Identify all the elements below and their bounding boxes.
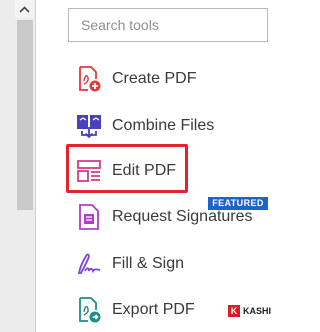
fill-sign-icon [75, 249, 103, 279]
scroll-up-icon[interactable] [15, 0, 34, 18]
combine-files-icon [75, 111, 103, 141]
tool-label: Create PDF [112, 70, 197, 87]
highlight-box [66, 144, 188, 193]
scrollbar-thumb[interactable] [17, 20, 33, 210]
tool-create-pdf[interactable]: Create PDF [75, 61, 275, 97]
tool-label: Combine Files [112, 117, 215, 134]
tool-combine-files[interactable]: Combine Files [75, 108, 275, 144]
tools-panel: Create PDF Combine Files Edit PDF FEATUR… [37, 0, 283, 332]
request-signatures-icon [75, 202, 103, 232]
watermark-logo: K [228, 305, 240, 317]
scrollbar[interactable] [0, 0, 36, 332]
tool-request-signatures[interactable]: Request Signatures [75, 199, 275, 235]
tool-label: Request Signatures [112, 208, 253, 225]
export-pdf-icon [75, 295, 103, 325]
create-pdf-icon [75, 64, 103, 94]
tool-fill-sign[interactable]: Fill & Sign [75, 246, 275, 282]
watermark-text: KASHI [243, 306, 272, 316]
watermark: K KASHI [228, 304, 271, 318]
tool-label: Fill & Sign [112, 255, 185, 272]
tool-label: Export PDF [112, 301, 195, 318]
search-tools-input[interactable] [68, 8, 268, 42]
